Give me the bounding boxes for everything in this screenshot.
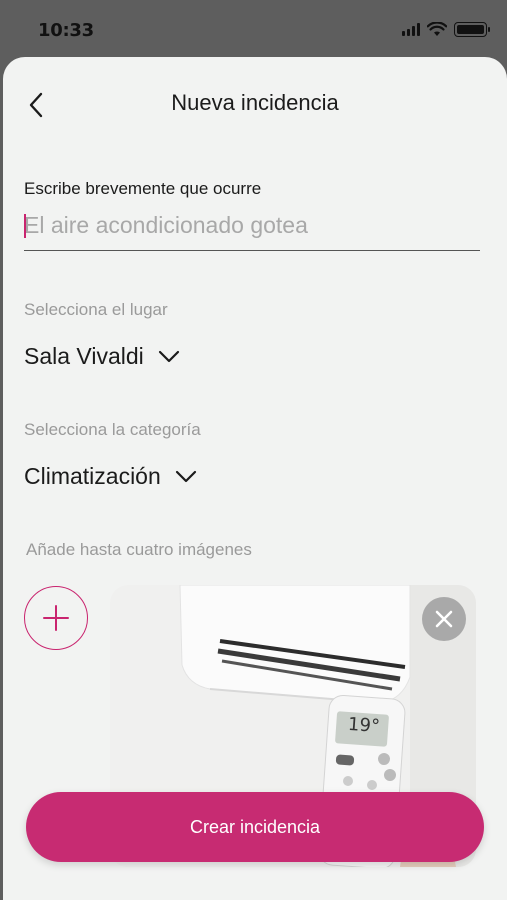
category-select[interactable]: Climatización <box>24 463 197 490</box>
battery-icon <box>454 22 490 37</box>
status-icons <box>402 22 490 37</box>
description-input[interactable] <box>24 209 480 251</box>
plus-icon <box>43 605 69 631</box>
chevron-down-icon <box>175 470 196 482</box>
close-icon <box>435 610 453 628</box>
text-caret <box>24 214 26 238</box>
add-image-button[interactable] <box>24 586 88 650</box>
create-incident-button[interactable]: Crear incidencia <box>26 792 484 862</box>
signal-icon <box>402 23 420 36</box>
category-label: Selecciona la categoría <box>24 420 201 439</box>
remove-image-button[interactable] <box>422 597 466 641</box>
location-select[interactable]: Sala Vivaldi <box>24 343 180 370</box>
location-label: Selecciona el lugar <box>24 300 168 319</box>
category-value: Climatización <box>24 463 161 489</box>
images-label: Añade hasta cuatro imágenes <box>26 540 252 559</box>
chevron-down-icon <box>158 350 179 362</box>
new-incident-sheet: Nueva incidencia Escribe brevemente que … <box>3 57 507 900</box>
status-time: 10:33 <box>38 20 94 41</box>
remote-display: 19° <box>347 713 381 738</box>
description-label: Escribe brevemente que ocurre <box>24 179 262 198</box>
location-value: Sala Vivaldi <box>24 343 144 369</box>
page-title: Nueva incidencia <box>171 90 339 115</box>
status-bar: 10:33 <box>0 0 507 60</box>
wifi-icon <box>427 22 447 36</box>
